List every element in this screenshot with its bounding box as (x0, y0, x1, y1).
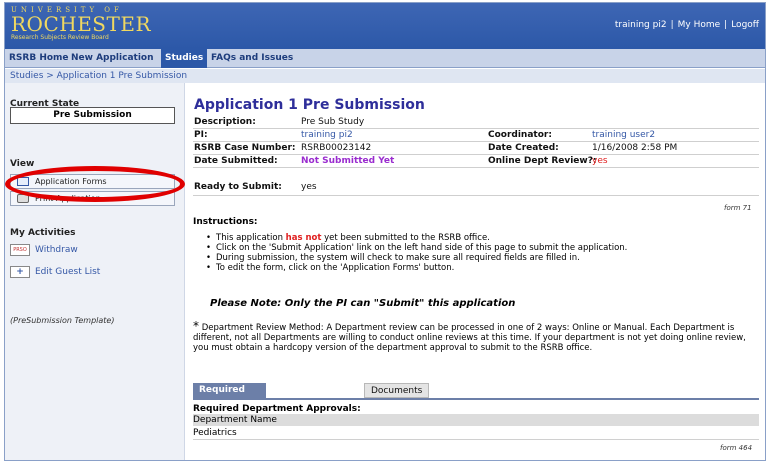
template-note: (PreSubmission Template) (10, 316, 115, 325)
instruction-item: This application has not yet been submit… (206, 233, 756, 243)
form-number: form 464 (720, 444, 753, 452)
nav-rsrb-home[interactable]: RSRB Home (5, 49, 73, 68)
date-created-value: 1/16/2008 2:58 PM (592, 143, 678, 153)
separator: | (670, 20, 674, 30)
logo-rochester-text: ROCHESTER (11, 12, 151, 36)
description-label: Description: (194, 117, 256, 127)
left-sidebar: Current State Pre Submission View Applic… (5, 83, 185, 460)
browser-frame: UNIVERSITY OF ROCHESTER Research Subject… (4, 2, 766, 461)
user-name-link[interactable]: training pi2 (615, 20, 667, 30)
university-logo[interactable]: UNIVERSITY OF ROCHESTER Research Subject… (11, 6, 151, 46)
online-review-value: yes (592, 156, 608, 166)
header-links: training pi2 | My Home | Logoff (615, 20, 759, 30)
tab-underline (193, 398, 759, 400)
my-home-link[interactable]: My Home (678, 20, 721, 30)
date-submitted-value: Not Submitted Yet (301, 156, 395, 166)
row-divider (193, 154, 759, 155)
main-content: Application 1 Pre Submission Description… (188, 83, 765, 460)
edit-guest-list-activity[interactable]: + Edit Guest List (10, 265, 100, 279)
withdraw-link[interactable]: Withdraw (35, 245, 78, 255)
dept-review-method-text: * Department Review Method: A Department… (193, 319, 746, 353)
department-column-header: Department Name (193, 414, 759, 426)
instruction-item: During submission, the system will check… (206, 253, 756, 263)
row-divider (193, 195, 759, 196)
view-heading: View (10, 159, 35, 169)
pi-value[interactable]: training pi2 (301, 130, 353, 140)
add-user-icon: + (10, 265, 30, 278)
instructions-heading: Instructions: (193, 217, 258, 227)
withdraw-activity[interactable]: PRSO Withdraw (10, 243, 78, 257)
tab-required-dept-approvals[interactable]: Required Department Approvals (193, 383, 267, 425)
logoff-link[interactable]: Logoff (731, 20, 759, 30)
breadcrumb[interactable]: Studies > Application 1 Pre Submission (5, 69, 765, 83)
instructions-list: This application has not yet been submit… (206, 233, 756, 273)
case-number-label: RSRB Case Number: (194, 143, 296, 153)
coordinator-label: Coordinator: (488, 130, 552, 140)
nav-studies[interactable]: Studies (161, 49, 208, 68)
approvals-heading: Required Department Approvals: (193, 404, 361, 414)
page-title: Application 1 Pre Submission (194, 97, 425, 113)
withdraw-icon: PRSO (10, 243, 30, 256)
current-state-box: Pre Submission (10, 107, 175, 124)
case-number-value: RSRB00023142 (301, 143, 372, 153)
tab-documents[interactable]: Documents (364, 383, 430, 398)
row-divider (193, 128, 759, 129)
pi-submit-note: Please Note: Only the PI can "Submit" th… (210, 298, 516, 309)
instruction-item: Click on the 'Submit Application' link o… (206, 243, 756, 253)
form-number: form 71 (724, 204, 752, 212)
nav-faqs[interactable]: FAQs and Issues (207, 49, 297, 68)
table-bottom-line (193, 439, 759, 440)
site-header: UNIVERSITY OF ROCHESTER Research Subject… (5, 3, 765, 49)
row-divider (193, 167, 759, 168)
online-review-label: Online Dept Review?: (488, 156, 597, 166)
coordinator-value[interactable]: training user2 (592, 130, 655, 140)
my-activities-heading: My Activities (10, 228, 76, 238)
separator: | (724, 20, 728, 30)
highlight-oval (5, 166, 185, 202)
edit-guest-list-link[interactable]: Edit Guest List (35, 267, 100, 277)
main-navbar: RSRB Home New Application Studies FAQs a… (5, 49, 765, 68)
instruction-item: To edit the form, click on the 'Applicat… (206, 263, 756, 273)
asterisk: * (193, 319, 199, 333)
nav-new-application[interactable]: New Application (67, 49, 158, 68)
description-value: Pre Sub Study (301, 117, 365, 127)
department-row: Pediatrics (193, 428, 237, 438)
date-created-label: Date Created: (488, 143, 559, 153)
pi-label: PI: (194, 130, 208, 140)
ready-to-submit-value: yes (301, 182, 317, 192)
ready-to-submit-label: Ready to Submit: (194, 182, 282, 192)
date-submitted-label: Date Submitted: (194, 156, 278, 166)
row-divider (193, 141, 759, 142)
